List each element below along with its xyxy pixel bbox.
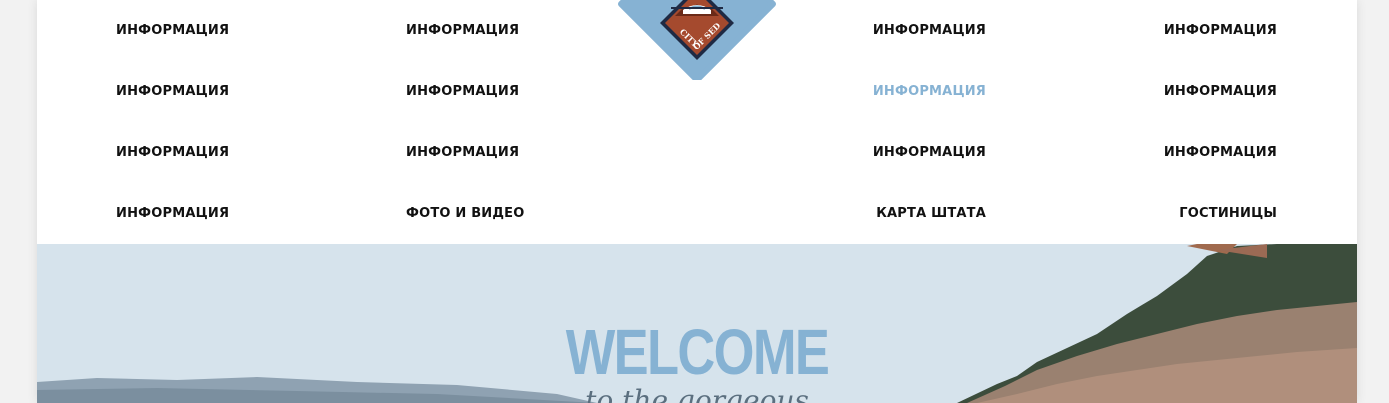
nav-item-info-12[interactable]: ИНФОРМАЦИЯ xyxy=(1164,145,1277,161)
hero-subtitle: to the gorgeous xyxy=(585,384,809,403)
nav-item-info-10[interactable]: ИНФОРМАЦИЯ xyxy=(406,145,519,161)
nav-item-info-5[interactable]: ИНФОРМАЦИЯ xyxy=(116,84,229,100)
nav-item-hotels[interactable]: ГОСТИНИЦЫ xyxy=(1179,206,1277,222)
nav-item-state-map[interactable]: КАРТА ШТАТА xyxy=(876,206,986,222)
nav-item-info-2[interactable]: ИНФОРМАЦИЯ xyxy=(406,23,519,39)
nav-item-photo-video[interactable]: ФОТО И ВИДЕО xyxy=(406,206,525,222)
nav-item-info-6[interactable]: ИНФОРМАЦИЯ xyxy=(406,84,519,100)
nav-item-info-active[interactable]: ИНФОРМАЦИЯ xyxy=(873,84,986,100)
nav-item-info-13[interactable]: ИНФОРМАЦИЯ xyxy=(116,206,229,222)
city-of-sedona-logo[interactable]: CITY OF SEDONA xyxy=(613,0,777,83)
main-navigation: ИНФОРМАЦИЯ ИНФОРМАЦИЯ ИНФОРМАЦИЯ ИНФОРМА… xyxy=(37,0,1357,244)
nav-item-info-3[interactable]: ИНФОРМАЦИЯ xyxy=(873,23,986,39)
page-container: ИНФОРМАЦИЯ ИНФОРМАЦИЯ ИНФОРМАЦИЯ ИНФОРМА… xyxy=(37,0,1357,403)
nav-item-info-9[interactable]: ИНФОРМАЦИЯ xyxy=(116,145,229,161)
nav-item-info-1[interactable]: ИНФОРМАЦИЯ xyxy=(116,23,229,39)
logo-graphic: CITY OF SEDONA xyxy=(613,0,776,83)
hero-banner: WELCOME to the gorgeous xyxy=(37,244,1357,403)
nav-item-info-11[interactable]: ИНФОРМАЦИЯ xyxy=(873,145,986,161)
nav-item-info-8[interactable]: ИНФОРМАЦИЯ xyxy=(1164,84,1277,100)
hero-title: WELCOME xyxy=(565,316,830,388)
nav-item-info-4[interactable]: ИНФОРМАЦИЯ xyxy=(1164,23,1277,39)
